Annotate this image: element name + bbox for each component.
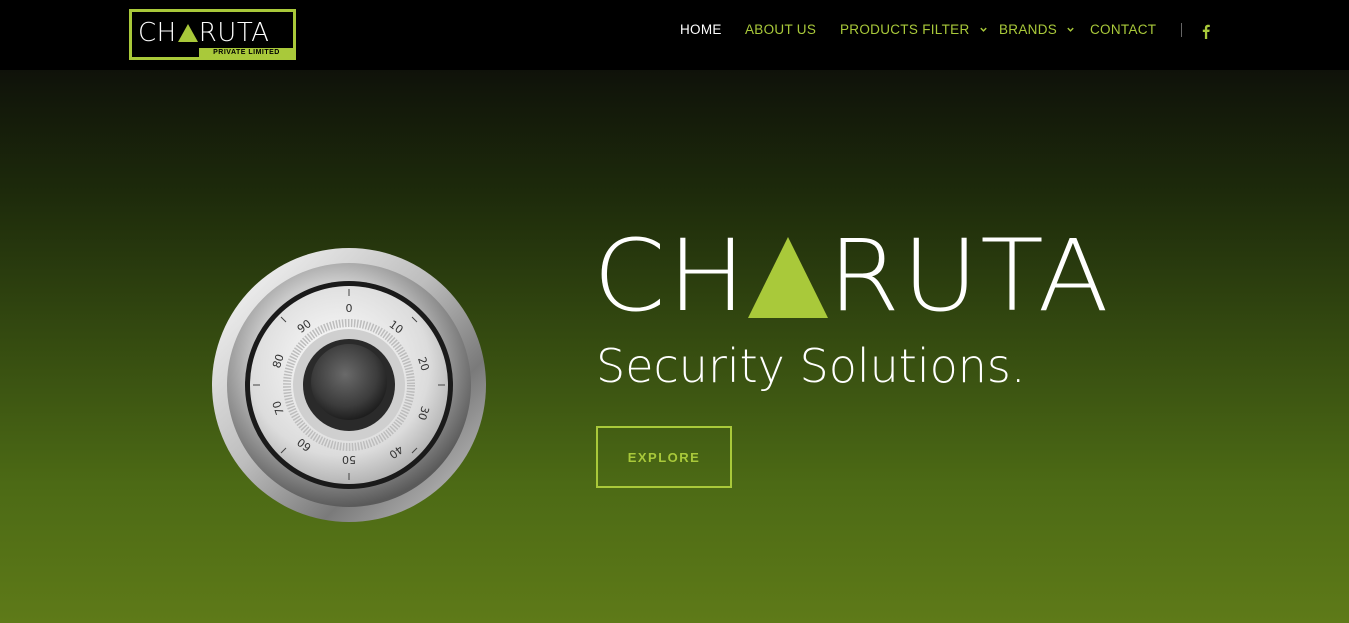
hero-brand-title: CH RUTA xyxy=(593,224,1111,328)
site-logo[interactable]: CH RUTA PRIVATE LIMITED xyxy=(129,9,296,60)
logo-triangle-icon xyxy=(177,24,198,42)
chevron-down-icon xyxy=(979,27,987,32)
logo-text-right: RUTA xyxy=(198,18,270,48)
combination-lock-dial-image: 0 10 20 30 40 50 60 70 80 90 xyxy=(212,248,486,522)
nav-home[interactable]: HOME xyxy=(680,22,722,37)
facebook-link[interactable] xyxy=(1199,23,1213,39)
dial-number: 0 xyxy=(346,302,353,315)
nav-about-us-label: ABOUT US xyxy=(745,22,817,37)
hero-title-right: RUTA xyxy=(827,218,1111,334)
nav-contact-label: CONTACT xyxy=(1090,22,1157,37)
logo-text-left: CH xyxy=(138,18,177,48)
nav-products-filter-label: PRODUCTS FILTER xyxy=(840,22,970,37)
nav-products-filter[interactable]: PRODUCTS FILTER xyxy=(840,22,988,37)
top-navbar: CH RUTA PRIVATE LIMITED HOME ABOUT US PR… xyxy=(0,0,1349,70)
nav-brands[interactable]: BRANDS xyxy=(999,22,1075,37)
explore-button[interactable]: EXPLORE xyxy=(596,426,732,488)
hero-section: 0 10 20 30 40 50 60 70 80 90 CH RUTA Sec… xyxy=(0,70,1349,623)
facebook-icon xyxy=(1202,24,1210,39)
logo-subtitle: PRIVATE LIMITED xyxy=(199,48,294,58)
dial-number: 50 xyxy=(342,453,356,466)
nav-divider xyxy=(1181,23,1182,37)
nav-contact[interactable]: CONTACT xyxy=(1090,22,1156,37)
hero-tagline: Security Solutions. xyxy=(596,339,1026,393)
nav-about-us[interactable]: ABOUT US xyxy=(745,22,816,37)
hero-triangle-icon xyxy=(747,237,828,318)
nav-home-label: HOME xyxy=(680,22,722,37)
hero-title-left: CH xyxy=(593,218,748,334)
nav-brands-label: BRANDS xyxy=(999,22,1058,37)
logo-wordmark: CH RUTA xyxy=(138,19,269,47)
chevron-down-icon xyxy=(1067,27,1074,32)
